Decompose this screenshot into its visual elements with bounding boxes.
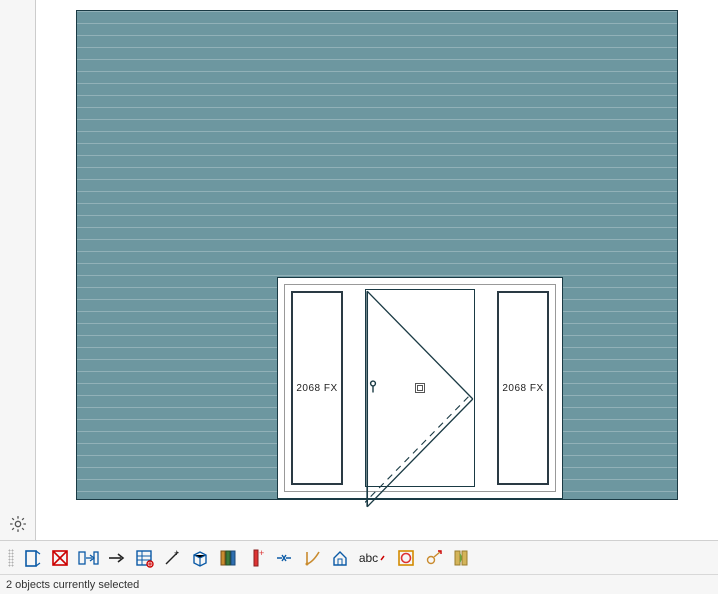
electrical-tool-button[interactable] (422, 546, 446, 570)
box3d-tool-button[interactable] (188, 546, 212, 570)
schedule-tool-button[interactable] (132, 546, 156, 570)
sidelight-right-label: 2068 FX (502, 383, 543, 394)
toolbar-grip-icon[interactable] (8, 549, 14, 567)
red-marker-tool-button[interactable]: + (244, 546, 268, 570)
break-tool-button[interactable] (272, 546, 296, 570)
dimension-tool-button[interactable] (300, 546, 324, 570)
sidelight-left[interactable]: 2068 FX (285, 285, 349, 491)
point-marker-tool-button[interactable]: + (160, 546, 184, 570)
door-handle-icon (369, 380, 379, 397)
text-tool-button[interactable]: abc (356, 546, 390, 570)
direction-tool-button[interactable] (104, 546, 128, 570)
delete-tool-button[interactable] (48, 546, 72, 570)
settings-gear-icon[interactable] (8, 514, 28, 534)
bottom-toolbar: + + abc (0, 540, 718, 574)
door-peephole-icon (415, 383, 425, 393)
drawing-canvas[interactable]: 2068 FX (36, 0, 718, 540)
elevation-wall[interactable]: 2068 FX (76, 10, 678, 500)
left-rail (0, 0, 36, 540)
status-bar: 2 objects currently selected (0, 574, 718, 594)
columns-tool-button[interactable] (450, 546, 474, 570)
text-tool-label: abc (359, 551, 378, 565)
status-message: 2 objects currently selected (6, 579, 139, 591)
svg-text:+: + (259, 548, 264, 558)
door-leaf[interactable] (361, 285, 479, 491)
door-tool-button[interactable] (20, 546, 44, 570)
sidelight-right[interactable]: 2068 FX (491, 285, 555, 491)
library-tool-button[interactable] (216, 546, 240, 570)
overlay-tool-button[interactable] (394, 546, 418, 570)
svg-text:+: + (174, 548, 179, 558)
house-tool-button[interactable] (328, 546, 352, 570)
door-swap-tool-button[interactable] (76, 546, 100, 570)
sidelight-left-label: 2068 FX (296, 383, 337, 394)
door-assembly[interactable]: 2068 FX (277, 277, 563, 499)
